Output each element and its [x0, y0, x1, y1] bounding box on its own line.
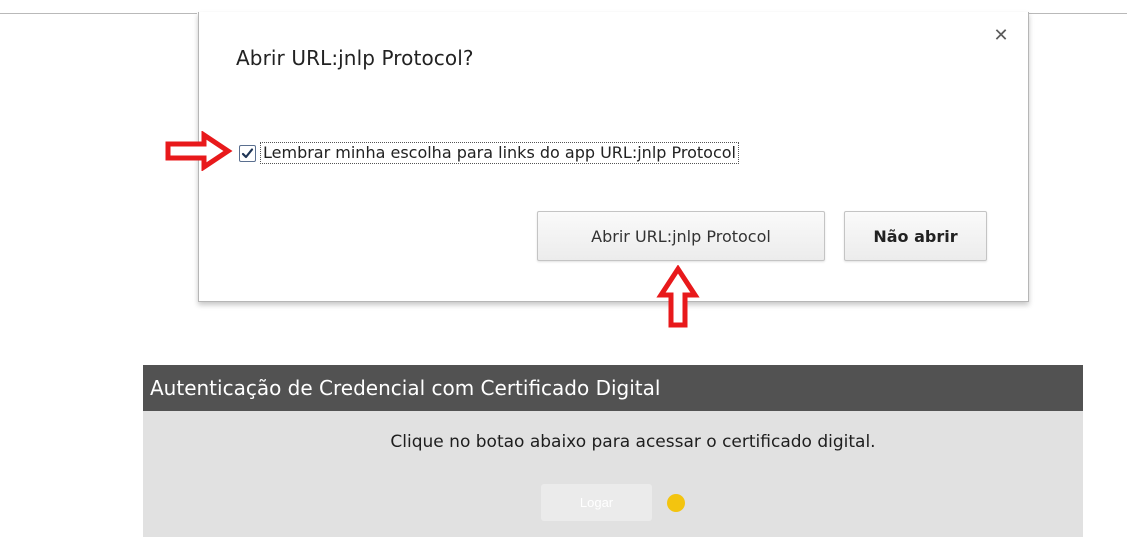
auth-panel-header: Autenticação de Credencial com Certifica…	[143, 365, 1083, 411]
toolbar-divider-left	[0, 13, 197, 14]
remember-choice-checkbox[interactable]	[239, 144, 256, 162]
close-icon[interactable]: ✕	[992, 26, 1010, 44]
toolbar-divider-right	[1029, 13, 1127, 14]
open-protocol-button[interactable]: Abrir URL:jnlp Protocol	[537, 211, 825, 261]
status-indicator	[667, 494, 685, 512]
annotation-arrow-right-icon	[165, 131, 233, 171]
checkmark-icon	[241, 147, 254, 158]
auth-instruction: Clique no botao abaixo para acessar o ce…	[390, 432, 876, 452]
external-protocol-dialog: Abrir URL:jnlp Protocol? ✕ Lembrar minha…	[198, 12, 1029, 302]
remember-choice-row: Lembrar minha escolha para links do app …	[239, 142, 739, 164]
auth-panel: Autenticação de Credencial com Certifica…	[143, 365, 1083, 537]
login-button[interactable]: Logar	[541, 484, 652, 521]
dont-open-button[interactable]: Não abrir	[844, 211, 987, 261]
remember-choice-label[interactable]: Lembrar minha escolha para links do app …	[260, 142, 739, 164]
annotation-arrow-up-icon	[656, 265, 700, 328]
dialog-title: Abrir URL:jnlp Protocol?	[236, 46, 474, 70]
page: Abrir URL:jnlp Protocol? ✕ Lembrar minha…	[0, 0, 1127, 537]
